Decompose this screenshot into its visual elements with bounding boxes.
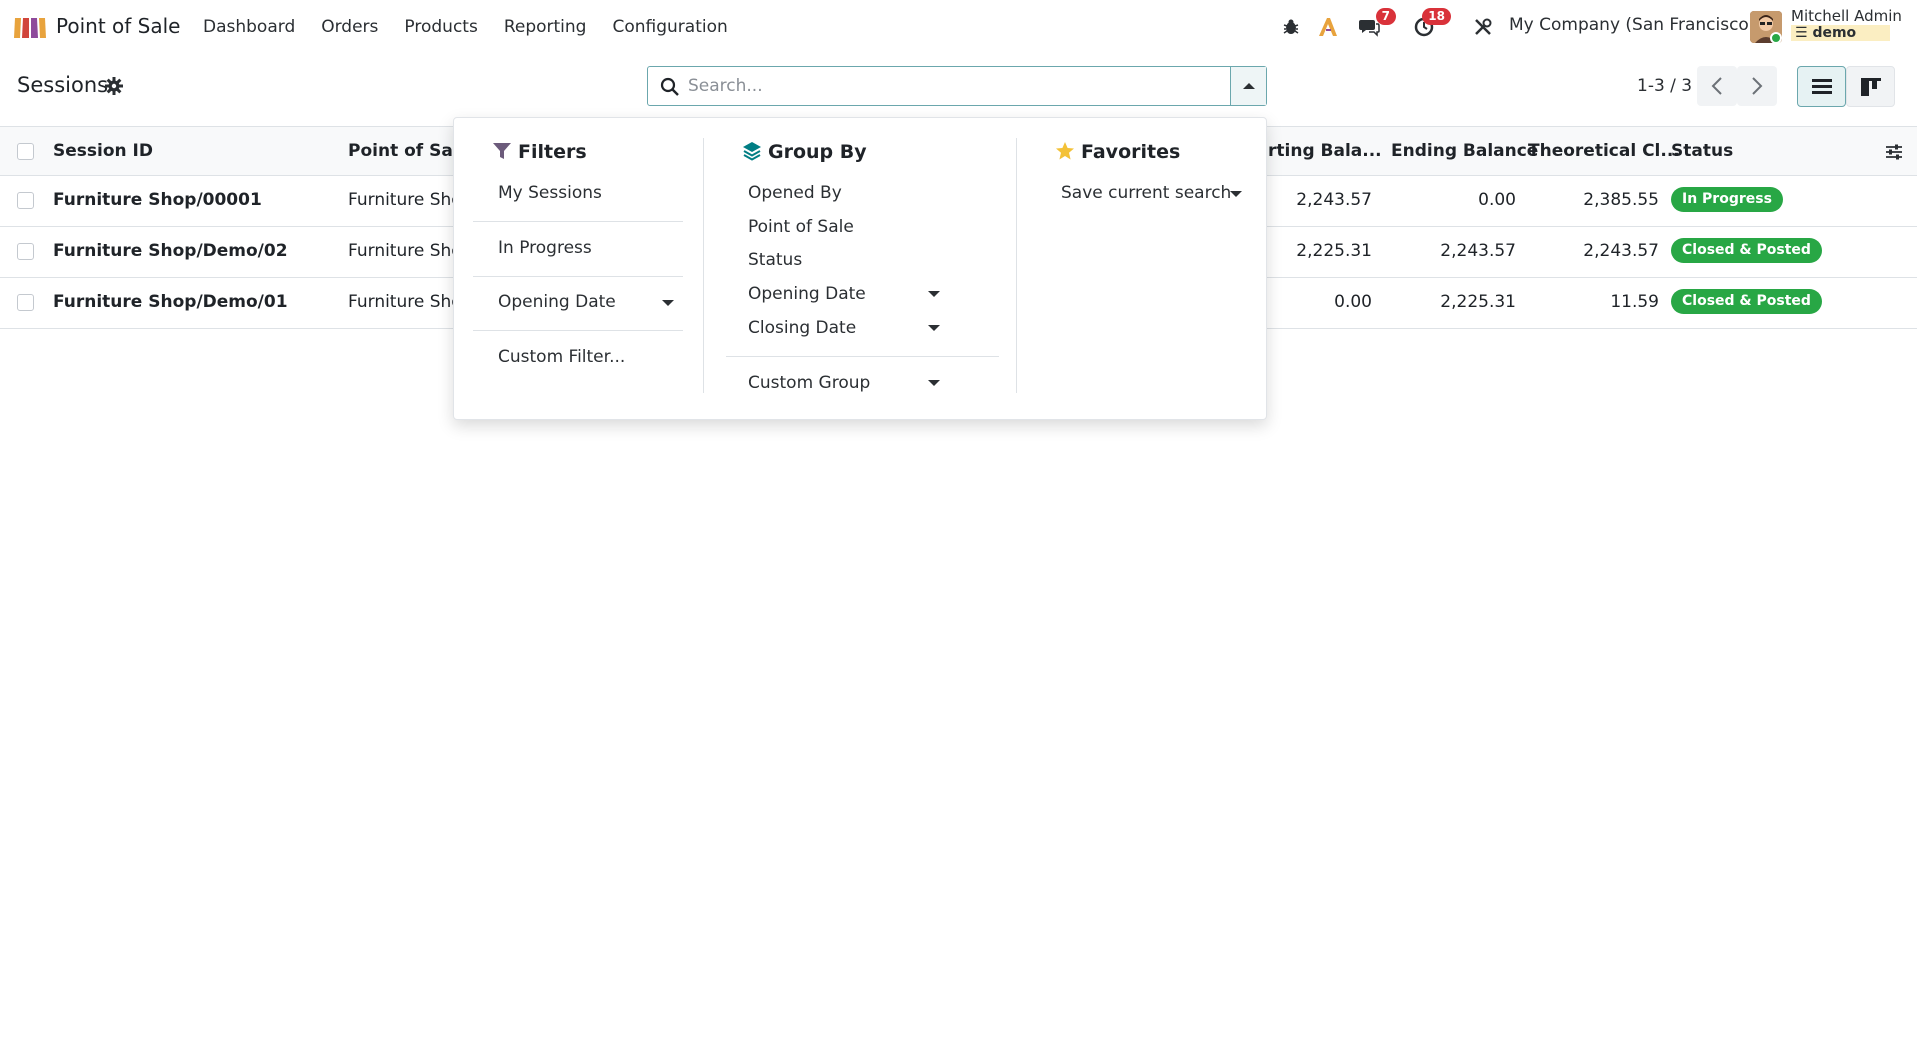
header-ending-balance[interactable]: Ending Balance (1391, 141, 1538, 161)
custom-group[interactable]: Custom Group (748, 373, 870, 393)
filter-opening-date[interactable]: Opening Date (498, 292, 616, 312)
filters-column: Filters My Sessions In Progress Opening … (454, 118, 704, 419)
header-starting-balance[interactable]: rting Bala... (1268, 141, 1382, 161)
cell-session-id: Furniture Shop/Demo/02 (53, 241, 288, 261)
top-navbar: Point of Sale Dashboard Orders Products … (0, 0, 1917, 54)
caret-down-icon[interactable] (928, 380, 940, 386)
caret-down-icon[interactable] (1230, 191, 1242, 197)
row-checkbox[interactable] (17, 243, 34, 260)
search-input[interactable] (688, 67, 1208, 105)
row-checkbox[interactable] (17, 192, 34, 209)
gear-icon[interactable] (104, 76, 124, 96)
optional-columns-icon[interactable] (1884, 142, 1904, 162)
caret-down-icon[interactable] (928, 291, 940, 297)
divider (473, 330, 683, 331)
cell-point-of-sale: Furniture Sho (348, 292, 462, 312)
chevron-right-icon (1752, 77, 1763, 95)
filters-title: Filters (518, 141, 587, 163)
cell-theoretical-closing: 2,385.55 (1583, 190, 1659, 210)
search-icon (660, 77, 679, 96)
divider (473, 276, 683, 277)
kanban-view-button[interactable] (1846, 66, 1895, 107)
favorites-column: Favorites Save current search (1017, 118, 1268, 419)
cell-session-id: Furniture Shop/Demo/01 (53, 292, 288, 312)
pos-app-logo-icon[interactable] (13, 14, 47, 40)
select-all-checkbox[interactable] (17, 143, 34, 160)
status-badge: Closed & Posted (1671, 238, 1822, 263)
menu-configuration[interactable]: Configuration (599, 0, 740, 54)
kanban-view-icon (1860, 77, 1881, 96)
filter-my-sessions[interactable]: My Sessions (498, 183, 602, 203)
search-options-toggle[interactable] (1230, 67, 1266, 105)
menu-orders[interactable]: Orders (308, 0, 391, 54)
caret-down-icon[interactable] (928, 325, 940, 331)
tools-icon[interactable] (1470, 14, 1496, 40)
groupby-point-of-sale[interactable]: Point of Sale (748, 217, 854, 237)
cell-theoretical-closing: 11.59 (1610, 292, 1659, 312)
debug-bug-icon[interactable] (1278, 14, 1304, 40)
app-name[interactable]: Point of Sale (56, 14, 180, 38)
group-by-column: Group By Opened By Point of Sale Status … (704, 118, 1017, 419)
page-title: Sessions (17, 73, 109, 97)
cell-point-of-sale: Furniture Sho (348, 241, 462, 261)
caret-down-icon[interactable] (662, 300, 674, 306)
cell-ending-balance: 2,243.57 (1440, 241, 1516, 261)
list-view-button[interactable] (1797, 66, 1846, 107)
cell-ending-balance: 0.00 (1478, 190, 1516, 210)
cell-session-id: Furniture Shop/00001 (53, 190, 262, 210)
favorites-title: Favorites (1081, 141, 1181, 163)
header-theoretical-closing[interactable]: Theoretical Cl... (1528, 141, 1680, 161)
layers-icon (743, 142, 761, 161)
online-status-dot (1770, 32, 1782, 44)
divider (473, 221, 683, 222)
caret-up-icon (1242, 83, 1255, 89)
filter-in-progress[interactable]: In Progress (498, 238, 592, 258)
database-badge: ☰ demo (1791, 25, 1891, 41)
status-badge: In Progress (1671, 187, 1783, 212)
cell-theoretical-closing: 2,243.57 (1583, 241, 1659, 261)
database-icon: ☰ (1795, 25, 1808, 41)
main-menu: Dashboard Orders Products Reporting Conf… (190, 0, 741, 54)
filter-funnel-icon (493, 143, 511, 159)
menu-products[interactable]: Products (391, 0, 490, 54)
activities-badge: 18 (1422, 8, 1451, 25)
header-status[interactable]: Status (1671, 141, 1733, 161)
list-view-icon (1811, 78, 1832, 94)
menu-dashboard[interactable]: Dashboard (190, 0, 308, 54)
pager-value[interactable]: 1-3 / 3 (1637, 76, 1692, 96)
cell-point-of-sale: Furniture Sho (348, 190, 462, 210)
ai-assistant-icon[interactable] (1315, 14, 1341, 40)
pager-previous-button[interactable] (1697, 66, 1737, 106)
messages-icon[interactable]: 7 (1356, 8, 1396, 40)
pager-next-button[interactable] (1737, 66, 1777, 106)
status-badge: Closed & Posted (1671, 289, 1822, 314)
activities-clock-icon[interactable]: 18 (1411, 8, 1451, 40)
groupby-opened-by[interactable]: Opened By (748, 183, 842, 203)
cell-ending-balance: 2,225.31 (1440, 292, 1516, 312)
custom-filter[interactable]: Custom Filter... (498, 347, 625, 367)
user-name[interactable]: Mitchell Admin (1791, 7, 1902, 25)
group-by-title: Group By (768, 141, 867, 163)
search-bar (647, 66, 1267, 106)
chevron-left-icon (1711, 77, 1722, 95)
database-name: demo (1812, 25, 1857, 41)
divider (726, 356, 999, 357)
menu-reporting[interactable]: Reporting (491, 0, 600, 54)
groupby-opening-date[interactable]: Opening Date (748, 284, 866, 304)
header-point-of-sale[interactable]: Point of Sale (348, 141, 470, 161)
search-panel-dropdown: Filters My Sessions In Progress Opening … (453, 117, 1267, 420)
row-checkbox[interactable] (17, 294, 34, 311)
header-session-id[interactable]: Session ID (53, 141, 153, 161)
star-icon (1056, 142, 1074, 160)
groupby-closing-date[interactable]: Closing Date (748, 318, 856, 338)
company-switcher[interactable]: My Company (San Francisco) (1509, 15, 1755, 35)
save-current-search[interactable]: Save current search (1061, 183, 1231, 203)
messages-badge: 7 (1375, 8, 1396, 25)
groupby-status[interactable]: Status (748, 250, 802, 270)
